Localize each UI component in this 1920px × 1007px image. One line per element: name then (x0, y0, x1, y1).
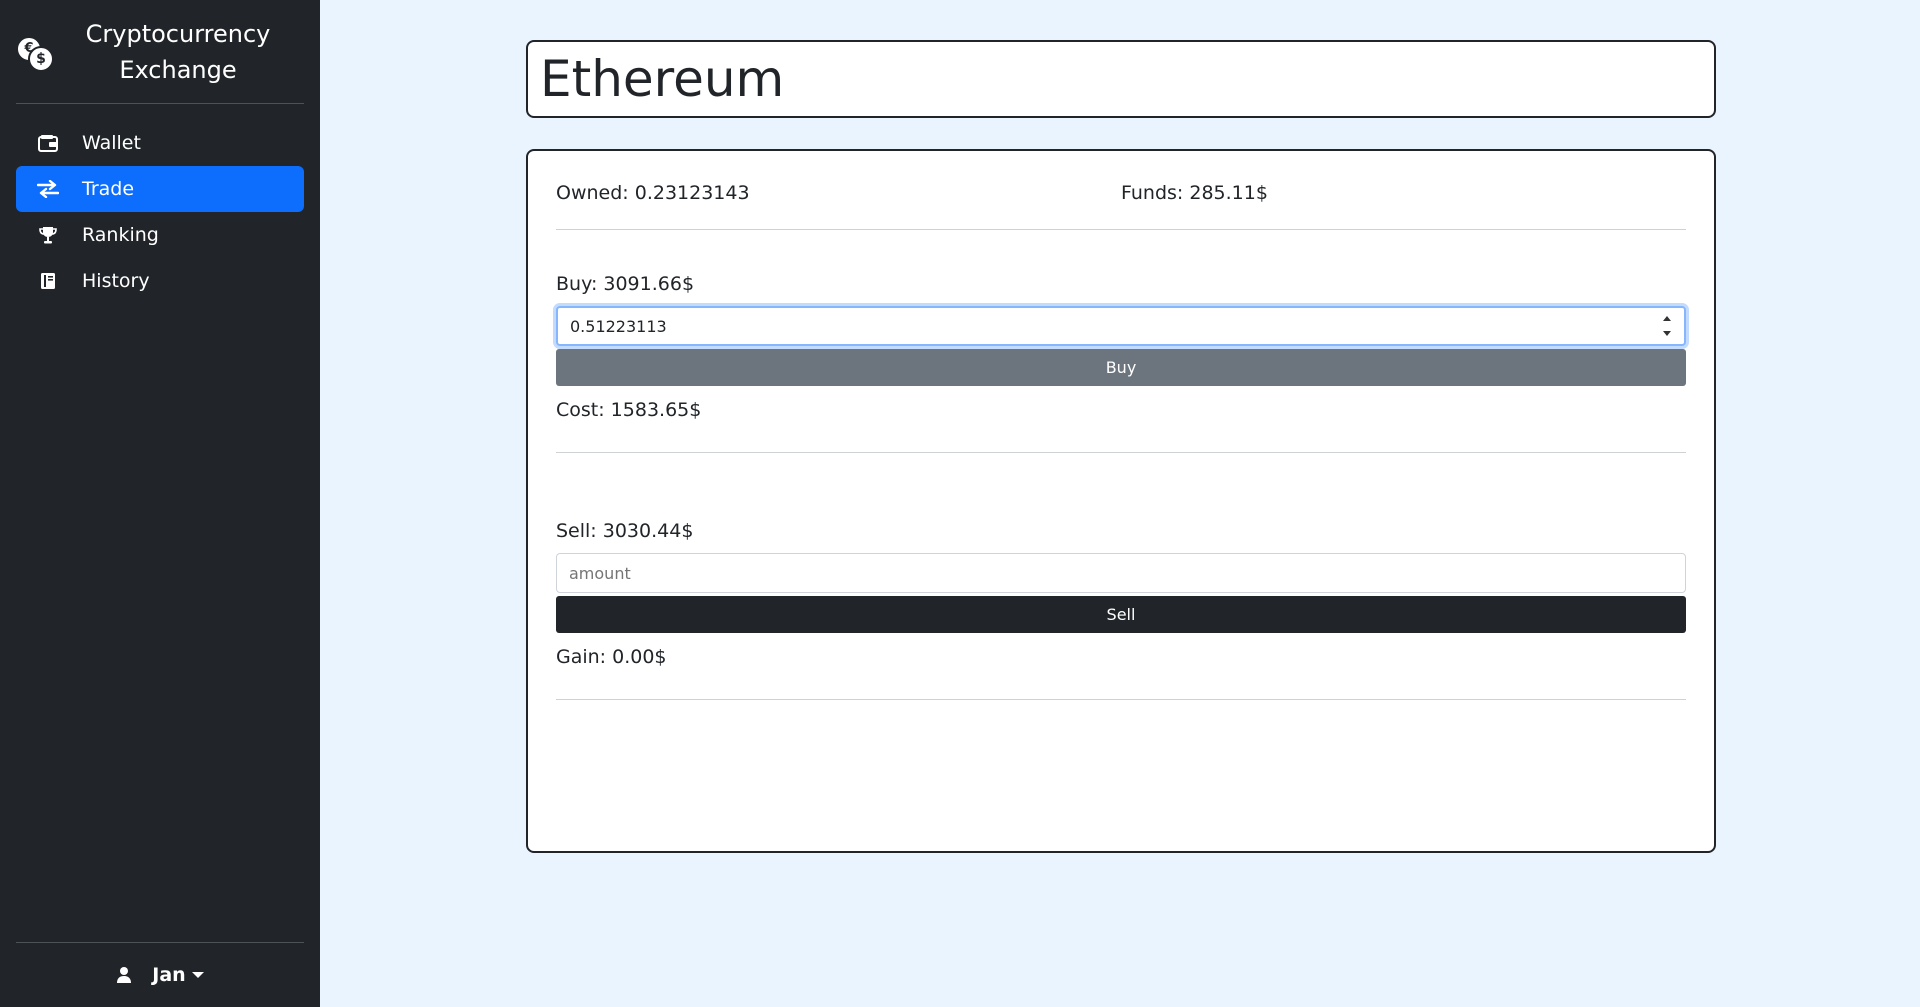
sidebar-nav: Wallet Trade Ranking History (16, 120, 304, 304)
spinner-up-icon[interactable] (1663, 316, 1671, 321)
sidebar-item-history[interactable]: History (16, 258, 304, 304)
app-root: € $ Cryptocurrency Exchange Wallet Trade… (0, 0, 1920, 1007)
sell-amount-input[interactable] (556, 553, 1686, 593)
buy-section: Buy: 3091.66$ Buy Cost: 1583.65$ (556, 272, 1686, 453)
user-icon (116, 966, 132, 984)
gain-label: Gain: 0.00$ (556, 646, 667, 668)
brand[interactable]: € $ Cryptocurrency Exchange (16, 0, 304, 104)
cost-label: Cost: 1583.65$ (556, 399, 702, 421)
wallet-icon (34, 132, 62, 154)
main-content: Ethereum Owned: 0.23123143 Funds: 285.11… (320, 0, 1920, 1007)
user-menu[interactable]: Jan (16, 942, 304, 1007)
buy-price-label: Buy: 3091.66$ (556, 273, 695, 295)
trophy-icon (34, 224, 62, 246)
page-title: Ethereum (540, 50, 785, 108)
brand-title-line1: Cryptocurrency (85, 19, 271, 48)
chevron-down-icon (191, 972, 204, 978)
spinner-down-icon[interactable] (1663, 331, 1671, 336)
buy-input-wrap (556, 306, 1686, 346)
sell-button[interactable]: Sell (556, 596, 1686, 633)
buy-amount-input[interactable] (556, 306, 1686, 346)
sidebar-item-label: History (82, 270, 150, 292)
trade-panel: Owned: 0.23123143 Funds: 285.11$ Buy: 30… (526, 149, 1716, 853)
book-icon (34, 270, 62, 292)
sidebar-item-label: Trade (82, 178, 135, 200)
sidebar-item-ranking[interactable]: Ranking (16, 212, 304, 258)
sidebar-item-label: Wallet (82, 132, 141, 154)
owned-amount: Owned: 0.23123143 (556, 182, 750, 204)
sidebar: € $ Cryptocurrency Exchange Wallet Trade… (0, 0, 320, 1007)
sell-section: Sell: 3030.44$ Sell Gain: 0.00$ (556, 519, 1686, 700)
number-spinner[interactable] (1662, 316, 1672, 336)
coins-icon: € $ (16, 34, 54, 72)
coin-title-box: Ethereum (526, 40, 1716, 118)
balance-row: Owned: 0.23123143 Funds: 285.11$ (556, 151, 1686, 230)
sidebar-item-label: Ranking (82, 224, 159, 246)
sell-price-label: Sell: 3030.44$ (556, 520, 694, 542)
brand-title-line2: Exchange (119, 55, 237, 84)
exchange-arrows-icon (34, 178, 62, 200)
buy-button[interactable]: Buy (556, 349, 1686, 386)
user-name: Jan (152, 964, 186, 986)
funds-amount: Funds: 285.11$ (1121, 182, 1268, 204)
sidebar-item-wallet[interactable]: Wallet (16, 120, 304, 166)
sidebar-item-trade[interactable]: Trade (16, 166, 304, 212)
brand-title: Cryptocurrency Exchange (52, 16, 304, 88)
